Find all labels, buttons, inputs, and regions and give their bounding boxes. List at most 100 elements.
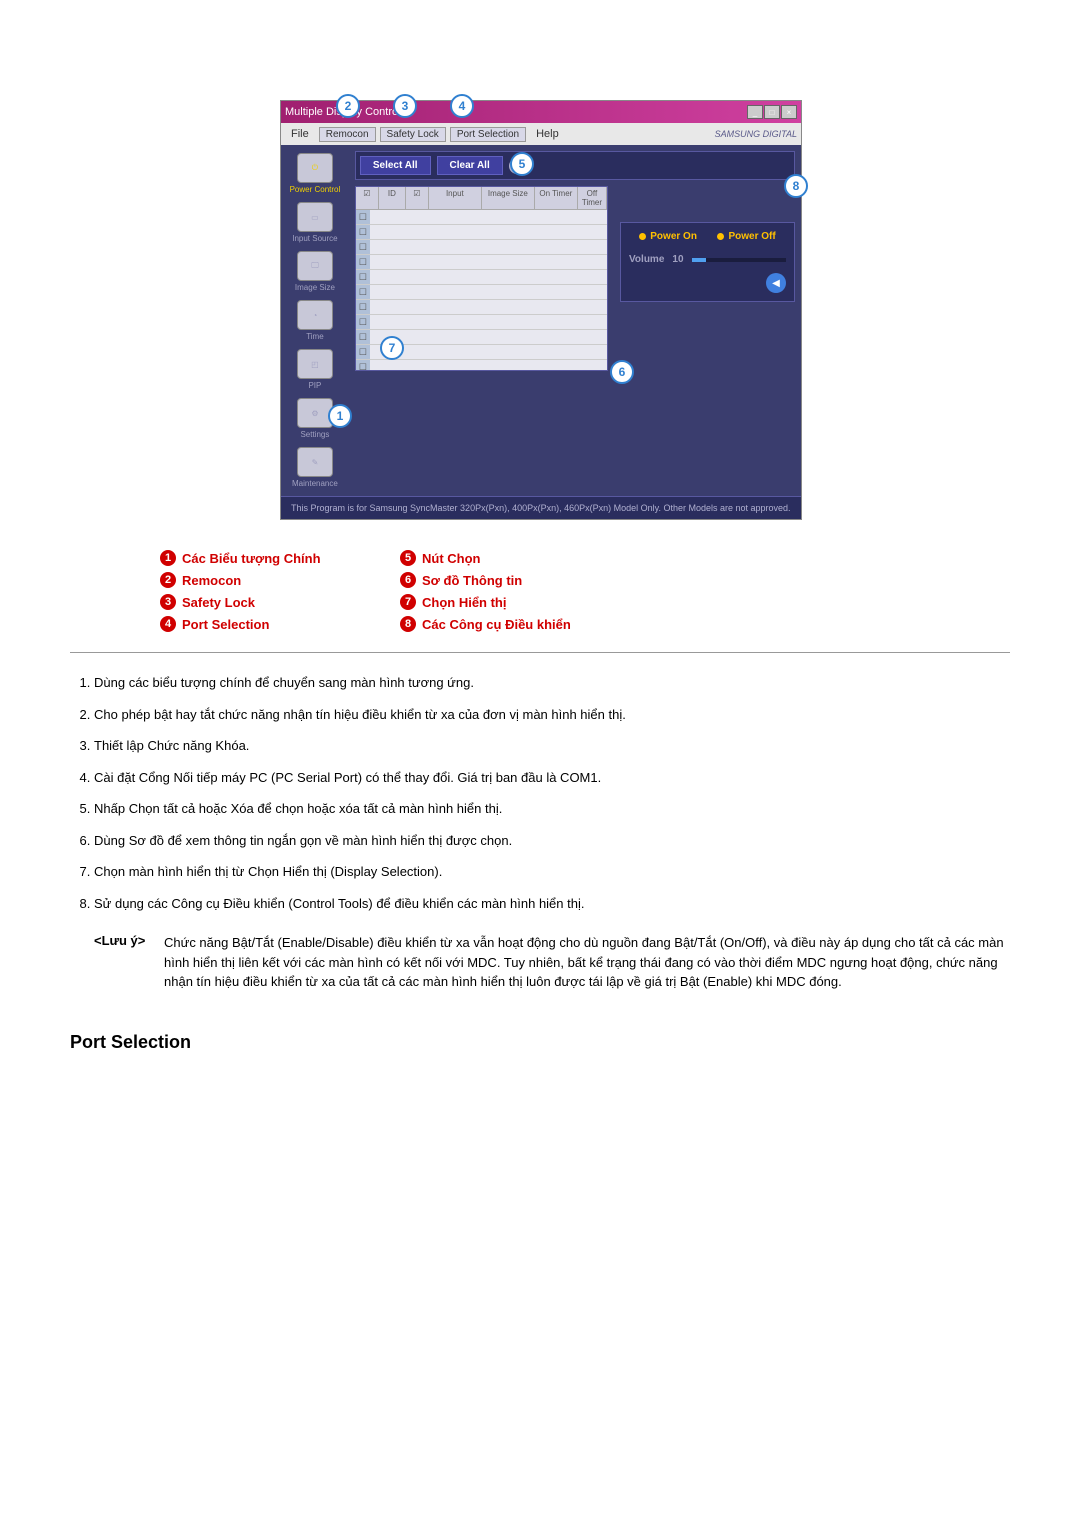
maximize-button[interactable]: □	[764, 105, 780, 119]
image-size-icon: 🖵	[297, 251, 333, 281]
menubar: File Remocon Safety Lock Port Selection …	[281, 123, 801, 145]
app-screenshot: 2 3 4 5 6 7 8 1 Multiple Display Control…	[280, 100, 800, 520]
brand-label: SAMSUNG DIGITAL	[715, 129, 797, 139]
legend-text-1: Các Biểu tượng Chính	[182, 551, 321, 566]
sidebar-label: Maintenance	[292, 479, 338, 488]
control-tools: Power On Power Off Volume 10	[614, 186, 795, 371]
power-on-radio[interactable]: Power On	[639, 231, 697, 242]
power-icon: ⏻	[297, 153, 333, 183]
sidebar-input-source[interactable]: ▭ Input Source	[281, 198, 349, 247]
mute-icon[interactable]: ◀	[766, 273, 786, 293]
row-checkbox[interactable]: ☐	[356, 285, 370, 299]
sidebar-label: Time	[306, 332, 323, 341]
row-checkbox[interactable]: ☐	[356, 360, 370, 370]
menu-file[interactable]: File	[285, 127, 315, 141]
legend-bullet-3: 3	[160, 594, 176, 610]
callout-5: 5	[510, 152, 534, 176]
sidebar: ⏻ Power Control ▭ Input Source 🖵 Image S…	[281, 145, 349, 496]
desc-item-4: Cài đặt Cổng Nối tiếp máy PC (PC Serial …	[94, 768, 1010, 788]
callout-8: 8	[784, 174, 808, 198]
col-input: Input	[429, 187, 482, 209]
footer-note: This Program is for Samsung SyncMaster 3…	[281, 496, 801, 519]
desc-item-5: Nhấp Chọn tất cả hoặc Xóa để chọn hoặc x…	[94, 799, 1010, 819]
time-icon: ◔	[297, 300, 333, 330]
sidebar-label: PIP	[308, 381, 321, 390]
app-window: Multiple Display Control _ □ × File Remo…	[280, 100, 802, 520]
sidebar-time[interactable]: ◔ Time	[281, 296, 349, 345]
legend-bullet-2: 2	[160, 572, 176, 588]
legend-text-2: Remocon	[182, 573, 241, 588]
col-checkbox: ☑	[356, 187, 379, 209]
note-body: Chức năng Bật/Tắt (Enable/Disable) điều …	[164, 933, 1010, 992]
legend-bullet-6: 6	[400, 572, 416, 588]
callout-4: 4	[450, 94, 474, 118]
menu-help[interactable]: Help	[530, 127, 565, 141]
clear-all-button[interactable]: Clear All	[437, 156, 503, 175]
maintenance-icon: ✎	[297, 447, 333, 477]
row-checkbox[interactable]: ☐	[356, 315, 370, 329]
action-row: Select All Clear All	[355, 151, 795, 180]
legend-bullet-1: 1	[160, 550, 176, 566]
description-list: Dùng các biểu tượng chính để chuyển sang…	[70, 673, 1010, 913]
legend-text-8: Các Công cụ Điều khiển	[422, 617, 571, 632]
close-button[interactable]: ×	[781, 105, 797, 119]
callout-2: 2	[336, 94, 360, 118]
main-panel: Select All Clear All ☑ ID ☑ Input Image …	[349, 145, 801, 496]
desc-item-1: Dùng các biểu tượng chính để chuyển sang…	[94, 673, 1010, 693]
sidebar-label: Settings	[300, 430, 329, 439]
power-on-label: Power On	[650, 231, 697, 242]
sidebar-label: Input Source	[292, 234, 337, 243]
volume-label: Volume	[629, 254, 664, 265]
desc-item-6: Dùng Sơ đồ để xem thông tin ngắn gọn về …	[94, 831, 1010, 851]
legend-text-5: Nút Chọn	[422, 551, 480, 566]
select-all-button[interactable]: Select All	[360, 156, 431, 175]
col-status: ☑	[406, 187, 429, 209]
desc-item-7: Chọn màn hình hiển thị từ Chọn Hiển thị …	[94, 862, 1010, 882]
sidebar-label: Image Size	[295, 283, 335, 292]
note-row: <Lưu ý> Chức năng Bật/Tắt (Enable/Disabl…	[94, 933, 1010, 992]
minimize-button[interactable]: _	[747, 105, 763, 119]
legend-text-3: Safety Lock	[182, 595, 255, 610]
callout-6: 6	[610, 360, 634, 384]
menu-safety-lock[interactable]: Safety Lock	[380, 127, 446, 142]
row-checkbox[interactable]: ☐	[356, 225, 370, 239]
row-checkbox[interactable]: ☐	[356, 345, 370, 359]
row-checkbox[interactable]: ☐	[356, 255, 370, 269]
row-checkbox[interactable]: ☐	[356, 240, 370, 254]
volume-slider[interactable]	[692, 258, 786, 262]
note-label: <Lưu ý>	[94, 933, 154, 992]
section-title-port-selection: Port Selection	[70, 1032, 1010, 1053]
legend-text-7: Chọn Hiển thị	[422, 595, 507, 610]
col-id: ID	[379, 187, 406, 209]
legend-bullet-5: 5	[400, 550, 416, 566]
legend-bullet-4: 4	[160, 616, 176, 632]
input-icon: ▭	[297, 202, 333, 232]
legend-bullet-8: 8	[400, 616, 416, 632]
row-checkbox[interactable]: ☐	[356, 210, 370, 224]
sidebar-pip[interactable]: ◰ PIP	[281, 345, 349, 394]
callout-3: 3	[393, 94, 417, 118]
col-on-timer: On Timer	[535, 187, 578, 209]
row-checkbox[interactable]: ☐	[356, 270, 370, 284]
col-image-size: Image Size	[482, 187, 535, 209]
volume-value: 10	[672, 254, 683, 265]
callout-7: 7	[380, 336, 404, 360]
callout-1: 1	[328, 404, 352, 428]
menu-port-selection[interactable]: Port Selection	[450, 127, 526, 142]
legend-table: 1 Các Biểu tượng Chính 5 Nút Chọn 2 Remo…	[160, 550, 920, 632]
menu-remocon[interactable]: Remocon	[319, 127, 376, 142]
power-off-radio[interactable]: Power Off	[717, 231, 775, 242]
row-checkbox[interactable]: ☐	[356, 300, 370, 314]
legend-text-6: Sơ đồ Thông tin	[422, 573, 522, 588]
sidebar-power-control[interactable]: ⏻ Power Control	[281, 149, 349, 198]
sidebar-maintenance[interactable]: ✎ Maintenance	[281, 443, 349, 492]
desc-item-8: Sử dụng các Công cụ Điều khiển (Control …	[94, 894, 1010, 914]
col-off-timer: Off Timer	[578, 187, 607, 209]
legend-text-4: Port Selection	[182, 617, 269, 632]
row-checkbox[interactable]: ☐	[356, 330, 370, 344]
separator	[70, 652, 1010, 653]
desc-item-2: Cho phép bật hay tắt chức năng nhận tín …	[94, 705, 1010, 725]
sidebar-image-size[interactable]: 🖵 Image Size	[281, 247, 349, 296]
pip-icon: ◰	[297, 349, 333, 379]
desc-item-3: Thiết lập Chức năng Khóa.	[94, 736, 1010, 756]
